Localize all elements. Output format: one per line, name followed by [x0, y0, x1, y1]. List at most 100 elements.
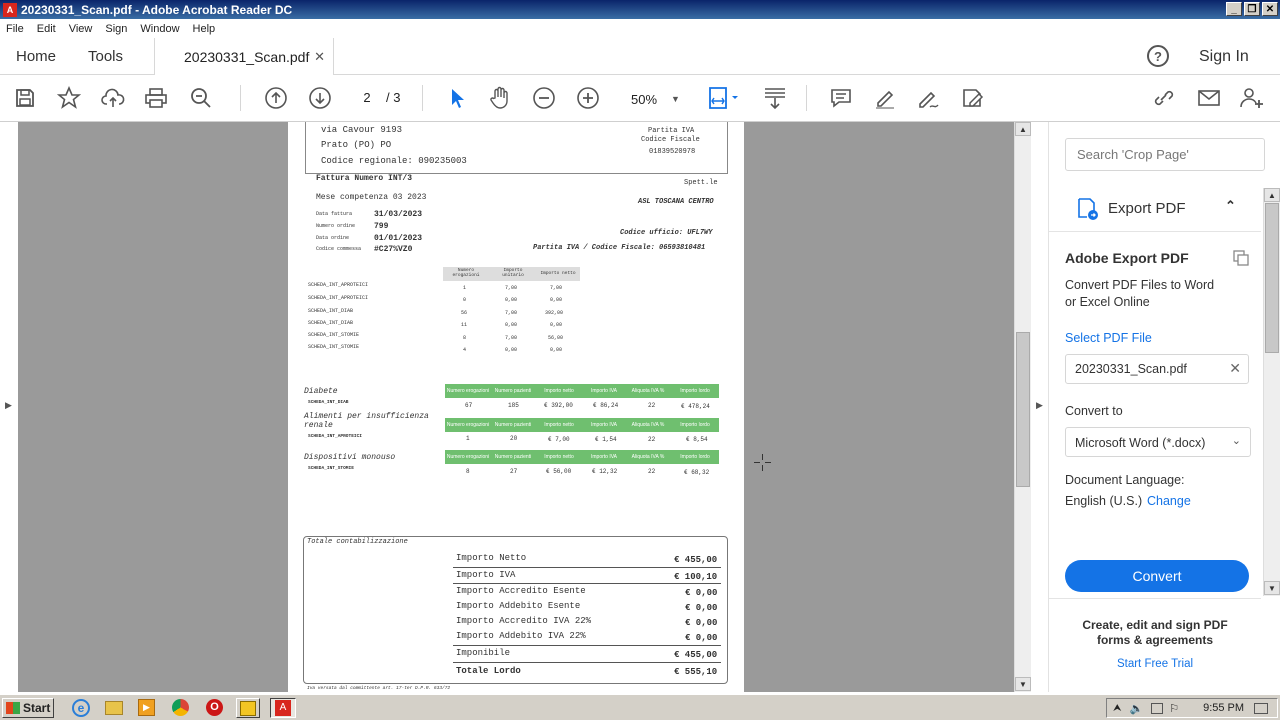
highlight-pen-icon[interactable]	[871, 84, 899, 112]
next-page-icon[interactable]	[306, 84, 334, 112]
start-free-trial-link[interactable]: Start Free Trial	[1049, 658, 1261, 670]
share-link-icon[interactable]	[1150, 84, 1178, 112]
group-value: 8	[466, 468, 470, 475]
flag-icon[interactable]: ⚐	[1169, 702, 1179, 715]
expand-left-pane-icon[interactable]: ▶	[5, 400, 12, 411]
close-window-button[interactable]: ✕	[1262, 2, 1278, 16]
group-header-cell: Importo IVA	[590, 422, 618, 428]
previous-page-icon[interactable]	[262, 84, 290, 112]
zoom-in-icon[interactable]	[574, 84, 602, 112]
taskbar-acrobat-button[interactable]: A	[270, 698, 296, 718]
scroll-mode-icon[interactable]	[761, 84, 789, 112]
zoom-out-icon[interactable]	[530, 84, 558, 112]
show-desktop-icon[interactable]	[1254, 702, 1269, 714]
folder-icon[interactable]	[105, 701, 123, 715]
export-pdf-header[interactable]: Export PDF ⌃	[1049, 184, 1261, 232]
selected-file-name: 20230331_Scan.pdf	[1075, 362, 1187, 376]
document-scrollbar[interactable]: ▲ ▼	[1014, 122, 1031, 692]
detail-row-name: SCHEDA_INT_DIAB	[308, 308, 354, 314]
zoom-search-icon[interactable]	[187, 84, 215, 112]
tray-expand-icon[interactable]: ⮝	[1113, 703, 1122, 714]
zoom-level-select[interactable]: 50% ▼	[620, 89, 686, 109]
document-tab[interactable]: 20230331_Scan.pdf ✕	[154, 38, 334, 76]
network-icon[interactable]: 🔈	[1130, 702, 1144, 715]
group-value: 1	[466, 435, 470, 442]
total-value: € 0,00	[685, 588, 718, 598]
save-icon[interactable]	[11, 84, 39, 112]
detail-header: Importo netto	[540, 271, 576, 276]
meta-value: 31/03/2023	[374, 210, 423, 219]
meta-key: Data fattura	[316, 211, 353, 217]
group-value: 22	[648, 468, 656, 475]
total-value: € 0,00	[685, 603, 718, 613]
left-pane-strip: ▶	[0, 122, 18, 692]
menu-sign[interactable]: Sign	[105, 23, 127, 35]
internet-explorer-icon[interactable]: e	[72, 699, 90, 717]
restore-button[interactable]: ❐	[1244, 2, 1260, 16]
scroll-thumb[interactable]	[1016, 332, 1030, 487]
hand-tool-icon[interactable]	[486, 84, 514, 112]
scroll-down-arrow-icon[interactable]: ▼	[1015, 677, 1031, 691]
convert-format-value: Microsoft Word (*.docx)	[1075, 436, 1206, 450]
panel-scrollbar[interactable]: ▲ ▼	[1263, 188, 1280, 596]
minimize-button[interactable]: _	[1226, 2, 1242, 16]
opera-icon[interactable]: O	[206, 699, 223, 716]
copy-icon[interactable]	[1233, 250, 1249, 266]
group-header-cell: Numero erogazioni	[446, 454, 490, 460]
detail-row-n: 0	[463, 297, 467, 303]
select-cursor-icon[interactable]	[443, 84, 471, 112]
menu-window[interactable]: Window	[140, 23, 179, 35]
change-language-link[interactable]: Change	[1147, 494, 1191, 508]
action-center-icon[interactable]	[1151, 702, 1164, 714]
sender-regional-code: Codice regionale: 090235003	[321, 156, 467, 166]
convert-format-select[interactable]: Microsoft Word (*.docx) ⌄	[1065, 427, 1251, 457]
upload-cloud-icon[interactable]	[99, 84, 127, 112]
help-icon[interactable]: ?	[1147, 45, 1169, 67]
selected-file-field[interactable]: 20230331_Scan.pdf ✕	[1065, 354, 1249, 384]
group-value: 22	[648, 402, 656, 409]
tools-tab[interactable]: Tools	[88, 38, 123, 75]
group-value: 20	[510, 435, 518, 442]
collapse-right-pane-icon[interactable]: ▶	[1036, 400, 1043, 411]
panel-scroll-thumb[interactable]	[1265, 203, 1279, 353]
document-view[interactable]: via Cavour 9193 Prato (PO) PO Codice reg…	[18, 122, 1014, 692]
cf-label: Codice Fiscale	[641, 136, 700, 144]
convert-button[interactable]: Convert	[1065, 560, 1249, 592]
menu-view[interactable]: View	[69, 23, 93, 35]
detail-row-t: 0,00	[550, 347, 563, 353]
scroll-up-arrow-icon[interactable]: ▲	[1015, 122, 1031, 136]
menu-file[interactable]: File	[6, 23, 24, 35]
taskbar-app-button[interactable]	[236, 698, 260, 718]
chrome-icon[interactable]	[172, 699, 189, 716]
panel-scroll-down-icon[interactable]: ▼	[1264, 581, 1280, 595]
group-value: € 1,54	[595, 436, 617, 443]
fit-page-icon[interactable]	[704, 84, 744, 112]
piva-number: 01839520978	[649, 148, 696, 156]
menu-help[interactable]: Help	[193, 23, 216, 35]
fill-sign-icon[interactable]	[959, 84, 987, 112]
sign-in-button[interactable]: Sign In	[1199, 38, 1249, 75]
start-button[interactable]: Start	[2, 698, 54, 718]
email-icon[interactable]	[1195, 84, 1223, 112]
bookmark-star-icon[interactable]	[55, 84, 83, 112]
total-value: € 455,00	[674, 555, 718, 565]
convert-to-label: Convert to	[1065, 404, 1123, 418]
sign-pen-icon[interactable]	[915, 84, 943, 112]
detail-row-n: 4	[463, 347, 467, 353]
group-value: 67	[465, 402, 473, 409]
add-user-icon[interactable]	[1238, 84, 1266, 112]
meta-value: 01/01/2023	[374, 234, 423, 243]
print-icon[interactable]	[142, 84, 170, 112]
page-number-input[interactable]: 2	[352, 89, 382, 107]
menu-edit[interactable]: Edit	[37, 23, 56, 35]
close-tab-icon[interactable]: ✕	[314, 49, 325, 65]
clear-file-icon[interactable]: ✕	[1229, 360, 1241, 377]
chevron-up-icon[interactable]: ⌃	[1225, 198, 1236, 214]
media-player-icon[interactable]: ▶	[138, 699, 155, 716]
comment-icon[interactable]	[827, 84, 855, 112]
total-label: Importo Netto	[456, 553, 527, 563]
panel-scroll-up-icon[interactable]: ▲	[1264, 188, 1280, 202]
home-tab[interactable]: Home	[16, 38, 56, 75]
search-tools-input[interactable]: Search 'Crop Page'	[1065, 138, 1265, 171]
windows-logo-icon	[6, 702, 20, 714]
